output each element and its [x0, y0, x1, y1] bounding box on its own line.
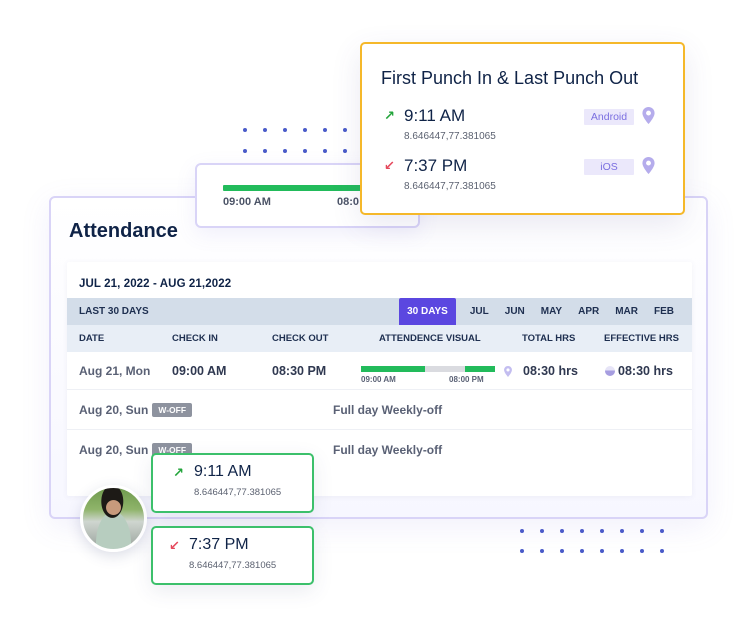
- punch-in-time: 9:11 AM: [194, 463, 252, 480]
- punch-out-card: ↙ 7:37 PM 8.646447,77.381065: [151, 526, 314, 585]
- punch-in-time: 9:11 AM: [404, 106, 466, 125]
- row-check-out: 08:30 PM: [272, 364, 327, 378]
- device-badge-android: Android: [584, 109, 634, 125]
- punch-in-card: ↗ 9:11 AM 8.646447,77.381065: [151, 453, 314, 513]
- column-effective-hrs: EFFECTIVE HRS: [604, 333, 679, 344]
- row-total-hrs: 08:30 hrs: [523, 364, 578, 378]
- column-check-in: CHECK IN: [172, 333, 218, 344]
- column-attendance-visual: ATTENDENCE VISUAL: [379, 333, 481, 344]
- punch-in-coords: 8.646447,77.381065: [194, 487, 282, 498]
- arrow-up-right-icon: ↗: [173, 465, 184, 480]
- punch-out-coords: 8.646447,77.381065: [404, 181, 496, 192]
- attendance-card: Attendance JUL 21, 2022 - AUG 21,2022 LA…: [49, 196, 708, 519]
- filter-tabs: 30 DAYS JUL JUN MAY APR MAR FEB: [399, 298, 682, 325]
- filter-label: LAST 30 DAYS: [79, 306, 149, 317]
- row-date: Aug 20, Sun W-OFF: [79, 403, 193, 417]
- location-pin-icon[interactable]: [504, 364, 512, 382]
- tab-may[interactable]: MAY: [533, 298, 570, 325]
- attendance-visual-bar: [361, 366, 495, 372]
- tab-mar[interactable]: MAR: [607, 298, 646, 325]
- row-note: Full day Weekly-off: [333, 443, 443, 457]
- weekly-off-badge: W-OFF: [152, 403, 193, 417]
- column-date: DATE: [79, 333, 105, 344]
- location-pin-icon[interactable]: [642, 157, 655, 179]
- timeline-end-label: 08:0: [337, 196, 360, 208]
- visual-segment-worked: [361, 366, 425, 372]
- table-row[interactable]: Aug 21, Mon 09:00 AM 08:30 PM 09:00 AM 0…: [67, 352, 692, 390]
- tab-jul[interactable]: JUL: [462, 298, 497, 325]
- arrow-up-right-icon: ↗: [384, 108, 395, 123]
- punch-out-coords: 8.646447,77.381065: [189, 560, 277, 571]
- page-title: Attendance: [69, 220, 178, 242]
- visual-start-label: 09:00 AM: [361, 375, 396, 384]
- row-check-in: 09:00 AM: [172, 364, 227, 378]
- tab-feb[interactable]: FEB: [646, 298, 682, 325]
- punch-summary-card: First Punch In & Last Punch Out ↗ 9:11 A…: [360, 42, 685, 215]
- column-total-hrs: TOTAL HRS: [522, 333, 576, 344]
- device-badge-ios: iOS: [584, 159, 634, 175]
- table-row[interactable]: Aug 20, Sun W-OFF Full day Weekly-off: [67, 390, 692, 430]
- table-header: DATE CHECK IN CHECK OUT ATTENDENCE VISUA…: [67, 325, 692, 352]
- punch-card-title: First Punch In & Last Punch Out: [381, 68, 639, 88]
- decorative-dots-bottom: [520, 529, 680, 553]
- location-pin-icon[interactable]: [642, 107, 655, 129]
- effective-hours-icon: [605, 366, 615, 376]
- tab-apr[interactable]: APR: [570, 298, 607, 325]
- date-range: JUL 21, 2022 - AUG 21,2022: [79, 278, 232, 290]
- punch-out-time: 7:37 PM: [404, 156, 468, 175]
- tab-jun[interactable]: JUN: [497, 298, 533, 325]
- filter-bar: LAST 30 DAYS 30 DAYS JUL JUN MAY APR MAR…: [67, 298, 692, 325]
- decorative-dots-top: [243, 128, 363, 153]
- visual-segment-break: [425, 366, 465, 372]
- row-effective-hrs: 08:30 hrs: [618, 364, 673, 378]
- arrow-down-left-icon: ↙: [169, 538, 180, 553]
- row-date: Aug 21, Mon: [79, 364, 151, 378]
- tab-30-days[interactable]: 30 DAYS: [399, 298, 456, 325]
- visual-end-label: 08:00 PM: [449, 375, 484, 384]
- avatar: [80, 485, 147, 552]
- row-date-text: Aug 20, Sun: [79, 443, 149, 457]
- visual-segment-worked: [465, 366, 495, 372]
- row-date-text: Aug 20, Sun: [79, 403, 149, 417]
- punch-out-time: 7:37 PM: [189, 536, 249, 553]
- arrow-down-left-icon: ↙: [384, 158, 395, 173]
- punch-in-coords: 8.646447,77.381065: [404, 131, 496, 142]
- timeline-start-label: 09:00 AM: [223, 196, 271, 208]
- column-check-out: CHECK OUT: [272, 333, 329, 344]
- row-note: Full day Weekly-off: [333, 403, 443, 417]
